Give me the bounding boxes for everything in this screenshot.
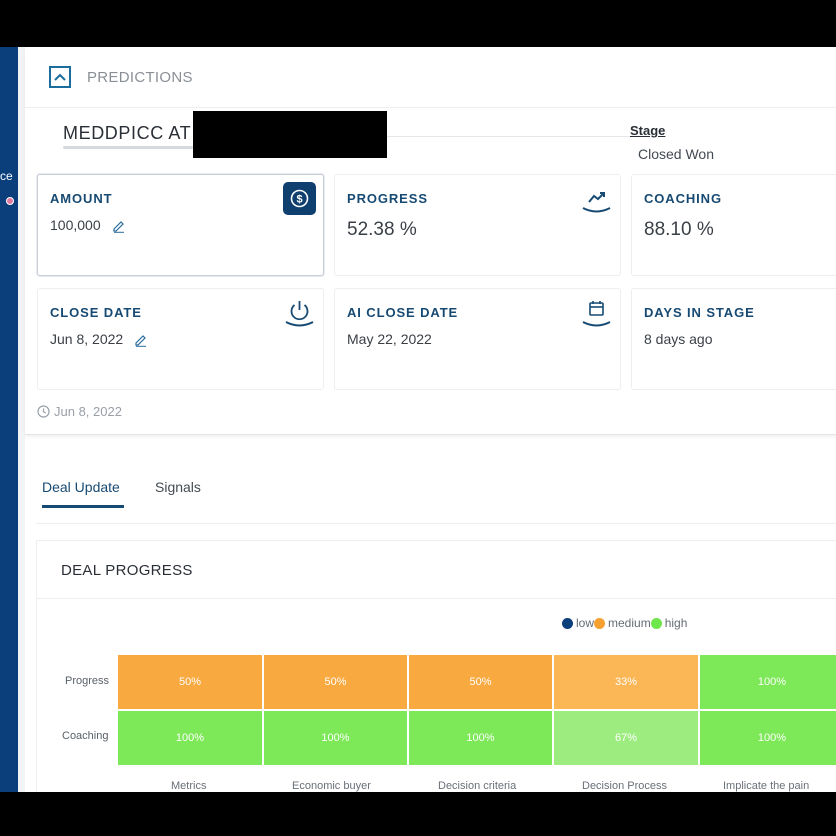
close-date-card[interactable]: CLOSE DATE Jun 8, 2022 — [37, 288, 324, 390]
deal-progress-card: DEAL PROGRESS low medium high Progress C… — [36, 540, 836, 792]
redacted-block — [193, 111, 387, 158]
edit-icon[interactable] — [112, 219, 126, 233]
coaching-value: 88.10 % — [644, 219, 714, 240]
stage-value: Closed Won — [638, 146, 715, 162]
heatmap-cell[interactable]: 100% — [118, 711, 262, 765]
sidebar-item-label[interactable]: ce — [0, 169, 13, 183]
ai-close-date-value: May 22, 2022 — [347, 331, 432, 347]
heatmap-cell[interactable]: 100% — [264, 711, 407, 765]
coaching-label: COACHING — [644, 191, 722, 206]
divider — [25, 107, 836, 108]
divider — [387, 136, 645, 137]
calendar-icon — [580, 296, 613, 329]
timestamp-text: Jun 8, 2022 — [54, 404, 122, 419]
progress-label: PROGRESS — [347, 191, 428, 206]
last-updated: Jun 8, 2022 — [37, 404, 122, 419]
power-icon — [283, 296, 316, 329]
legend-item-low[interactable]: low — [562, 616, 594, 630]
coaching-card[interactable]: COACHING 88.10 % — [631, 174, 836, 276]
panel-title: PREDICTIONS — [87, 69, 193, 86]
legend-dot-high — [650, 617, 662, 629]
legend-item-medium[interactable]: medium — [594, 616, 651, 630]
heatmap-cell[interactable]: 67% — [554, 711, 698, 765]
deal-title-underline — [63, 146, 193, 149]
dollar-icon: $ — [283, 182, 316, 215]
svg-text:$: $ — [296, 194, 302, 206]
trending-up-icon — [580, 182, 613, 215]
sidebar: ce — [0, 47, 18, 792]
legend-dot-low — [562, 617, 573, 629]
days-in-stage-card[interactable]: DAYS IN STAGE 8 days ago — [631, 288, 836, 390]
notification-dot — [6, 197, 14, 205]
legend-label-high: high — [664, 616, 688, 630]
close-date-value: Jun 8, 2022 — [50, 331, 124, 347]
app-frame: ce PREDICTIONS MEDDPICC AT Stage Closed … — [0, 47, 836, 792]
ai-close-date-label: AI CLOSE DATE — [347, 305, 459, 320]
column-label-metrics: Metrics — [171, 780, 207, 792]
divider — [36, 523, 836, 524]
tab-deal-update[interactable]: Deal Update — [42, 479, 120, 495]
legend-label-low: low — [576, 616, 595, 630]
legend-dot-medium — [594, 617, 606, 629]
amount-value: 100,000 — [50, 217, 101, 233]
active-tab-indicator — [42, 505, 124, 508]
column-label-decision-process: Decision Process — [582, 780, 667, 792]
progress-card[interactable]: PROGRESS 52.38 % — [334, 174, 621, 276]
edit-icon[interactable] — [134, 333, 148, 347]
heatmap-cell[interactable]: 100% — [700, 711, 836, 765]
heatmap-legend: low medium high — [562, 616, 687, 630]
collapse-icon[interactable] — [49, 66, 71, 88]
amount-card[interactable]: AMOUNT 100,000 $ — [37, 174, 324, 276]
days-in-stage-label: DAYS IN STAGE — [644, 305, 755, 320]
deal-title: MEDDPICC AT — [63, 123, 192, 143]
row-label-coaching: Coaching — [62, 730, 109, 742]
ai-close-date-card[interactable]: AI CLOSE DATE May 22, 2022 — [334, 288, 621, 390]
row-label-progress: Progress — [65, 675, 110, 687]
tab-signals[interactable]: Signals — [155, 479, 201, 495]
deal-progress-title: DEAL PROGRESS — [61, 562, 193, 579]
legend-label-medium: medium — [608, 616, 651, 630]
heatmap-cell[interactable]: 50% — [118, 655, 262, 709]
clock-icon — [37, 405, 50, 418]
column-label-decision-criteria: Decision criteria — [438, 780, 517, 792]
column-label-economic-buyer: Economic buyer — [292, 780, 371, 792]
heatmap-cell[interactable]: 33% — [554, 655, 698, 709]
heatmap-cell[interactable]: 100% — [409, 711, 552, 765]
predictions-panel: PREDICTIONS MEDDPICC AT Stage Closed Won… — [25, 47, 836, 435]
heatmap-cell[interactable]: 100% — [700, 655, 836, 709]
column-label-implicate-the-pain: Implicate the pain — [723, 780, 810, 792]
days-in-stage-value: 8 days ago — [644, 331, 713, 347]
divider — [37, 598, 836, 599]
legend-item-high[interactable]: high — [650, 616, 688, 630]
stage-label[interactable]: Stage — [630, 123, 665, 138]
heatmap-cell[interactable]: 50% — [264, 655, 407, 709]
progress-value: 52.38 % — [347, 219, 417, 240]
amount-label: AMOUNT — [50, 191, 113, 206]
close-date-label: CLOSE DATE — [50, 305, 142, 320]
heatmap-cell[interactable]: 50% — [409, 655, 552, 709]
